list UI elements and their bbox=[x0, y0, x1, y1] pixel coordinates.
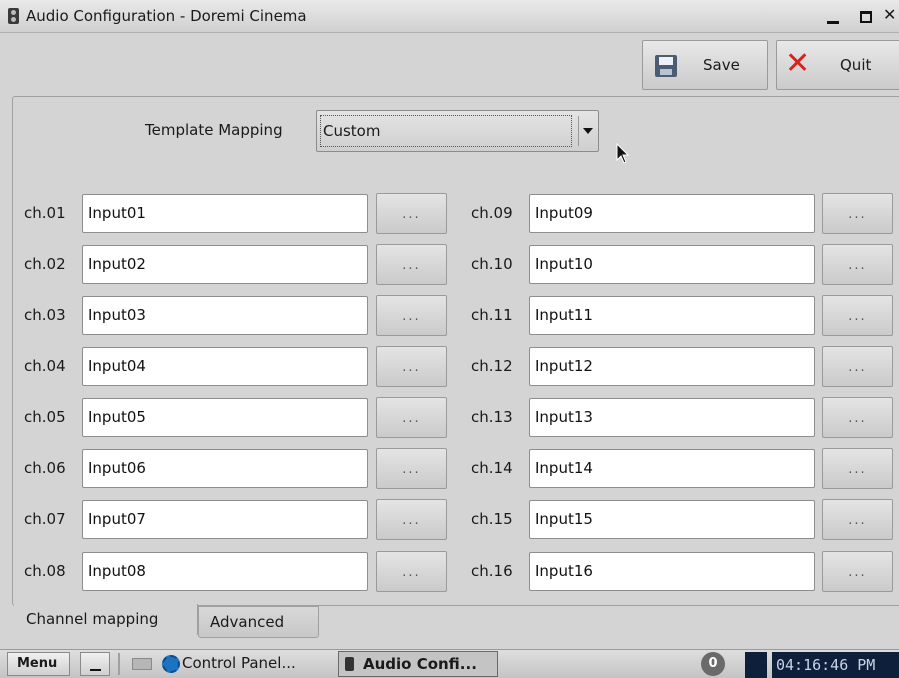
channel-input[interactable]: Input08 bbox=[82, 552, 368, 591]
channel-label: ch.06 bbox=[24, 459, 66, 477]
channel-input[interactable]: Input15 bbox=[529, 500, 815, 539]
channel-input[interactable]: Input06 bbox=[82, 449, 368, 488]
channel-label: ch.05 bbox=[24, 408, 66, 426]
save-button[interactable]: Save bbox=[642, 40, 768, 90]
taskbar-control-panel[interactable]: Control Panel... bbox=[182, 654, 296, 672]
speaker-icon bbox=[345, 657, 354, 671]
save-label: Save bbox=[703, 56, 740, 74]
channel-label: ch.13 bbox=[471, 408, 513, 426]
channel-label: ch.09 bbox=[471, 204, 513, 222]
channel-input[interactable]: Input04 bbox=[82, 347, 368, 386]
channel-input[interactable]: Input05 bbox=[82, 398, 368, 437]
channel-input[interactable]: Input12 bbox=[529, 347, 815, 386]
close-icon[interactable]: ✕ bbox=[883, 7, 896, 23]
channel-label: ch.07 bbox=[24, 510, 66, 528]
channel-input[interactable]: Input13 bbox=[529, 398, 815, 437]
start-menu-button[interactable]: Menu bbox=[7, 652, 70, 676]
channel-browse-button[interactable]: ... bbox=[822, 397, 893, 438]
channel-label: ch.15 bbox=[471, 510, 513, 528]
channel-browse-button[interactable]: ... bbox=[376, 193, 447, 234]
channel-browse-button[interactable]: ... bbox=[822, 346, 893, 387]
window-title: Audio Configuration - Doremi Cinema bbox=[26, 7, 307, 25]
tab-channel-mapping[interactable]: Channel mapping bbox=[14, 604, 198, 636]
toolbar: Save ✕ Quit bbox=[0, 33, 899, 93]
chevron-down-icon bbox=[583, 128, 593, 134]
keyboard-icon[interactable] bbox=[132, 658, 152, 670]
combo-separator bbox=[578, 116, 579, 146]
mouse-cursor-icon bbox=[616, 143, 630, 164]
show-desktop-button[interactable] bbox=[80, 652, 110, 676]
gear-icon bbox=[162, 655, 180, 673]
notification-badge[interactable]: 0 bbox=[701, 652, 725, 676]
minimize-icon[interactable] bbox=[826, 9, 840, 25]
channel-browse-button[interactable]: ... bbox=[822, 499, 893, 540]
template-mapping-value: Custom bbox=[320, 115, 572, 147]
channel-browse-button[interactable]: ... bbox=[822, 193, 893, 234]
channel-browse-button[interactable]: ... bbox=[376, 499, 447, 540]
taskbar-audio-config[interactable]: Audio Confi... bbox=[338, 651, 498, 677]
channel-label: ch.01 bbox=[24, 204, 66, 222]
channel-browse-button[interactable]: ... bbox=[376, 551, 447, 592]
channel-input[interactable]: Input01 bbox=[82, 194, 368, 233]
channel-browse-button[interactable]: ... bbox=[822, 295, 893, 336]
channel-input[interactable]: Input14 bbox=[529, 449, 815, 488]
channel-browse-button[interactable]: ... bbox=[376, 397, 447, 438]
quit-label: Quit bbox=[840, 56, 872, 74]
taskbar: Menu Control Panel... Audio Confi... 0 0… bbox=[0, 649, 899, 678]
taskbar-separator bbox=[118, 653, 120, 675]
channel-browse-button[interactable]: ... bbox=[822, 244, 893, 285]
channel-label: ch.10 bbox=[471, 255, 513, 273]
clock: 04:16:46 PM bbox=[772, 652, 899, 678]
channel-input[interactable]: Input02 bbox=[82, 245, 368, 284]
channel-label: ch.02 bbox=[24, 255, 66, 273]
channel-browse-button[interactable]: ... bbox=[376, 346, 447, 387]
quit-button[interactable]: ✕ Quit bbox=[776, 40, 899, 90]
channel-input[interactable]: Input10 bbox=[529, 245, 815, 284]
channel-label: ch.16 bbox=[471, 562, 513, 580]
channel-browse-button[interactable]: ... bbox=[376, 295, 447, 336]
channel-input[interactable]: Input07 bbox=[82, 500, 368, 539]
channel-input[interactable]: Input16 bbox=[529, 552, 815, 591]
x-icon: ✕ bbox=[785, 46, 811, 81]
speaker-icon bbox=[8, 8, 19, 24]
channel-input[interactable]: Input11 bbox=[529, 296, 815, 335]
channel-label: ch.14 bbox=[471, 459, 513, 477]
tab-advanced[interactable]: Advanced bbox=[198, 606, 319, 638]
channel-browse-button[interactable]: ... bbox=[376, 244, 447, 285]
channel-browse-button[interactable]: ... bbox=[822, 448, 893, 489]
channel-label: ch.08 bbox=[24, 562, 66, 580]
maximize-icon[interactable] bbox=[860, 11, 872, 23]
tray-area bbox=[745, 652, 767, 678]
channel-browse-button[interactable]: ... bbox=[376, 448, 447, 489]
channel-input[interactable]: Input03 bbox=[82, 296, 368, 335]
template-mapping-label: Template Mapping bbox=[145, 121, 283, 139]
channel-browse-button[interactable]: ... bbox=[822, 551, 893, 592]
template-mapping-select[interactable]: Custom bbox=[316, 110, 599, 152]
channel-input[interactable]: Input09 bbox=[529, 194, 815, 233]
floppy-icon bbox=[655, 55, 677, 77]
title-bar: Audio Configuration - Doremi Cinema ✕ bbox=[0, 0, 899, 33]
channel-label: ch.11 bbox=[471, 306, 513, 324]
taskbar-audio-config-label: Audio Confi... bbox=[363, 655, 477, 673]
channel-label: ch.03 bbox=[24, 306, 66, 324]
channel-label: ch.04 bbox=[24, 357, 66, 375]
channel-label: ch.12 bbox=[471, 357, 513, 375]
